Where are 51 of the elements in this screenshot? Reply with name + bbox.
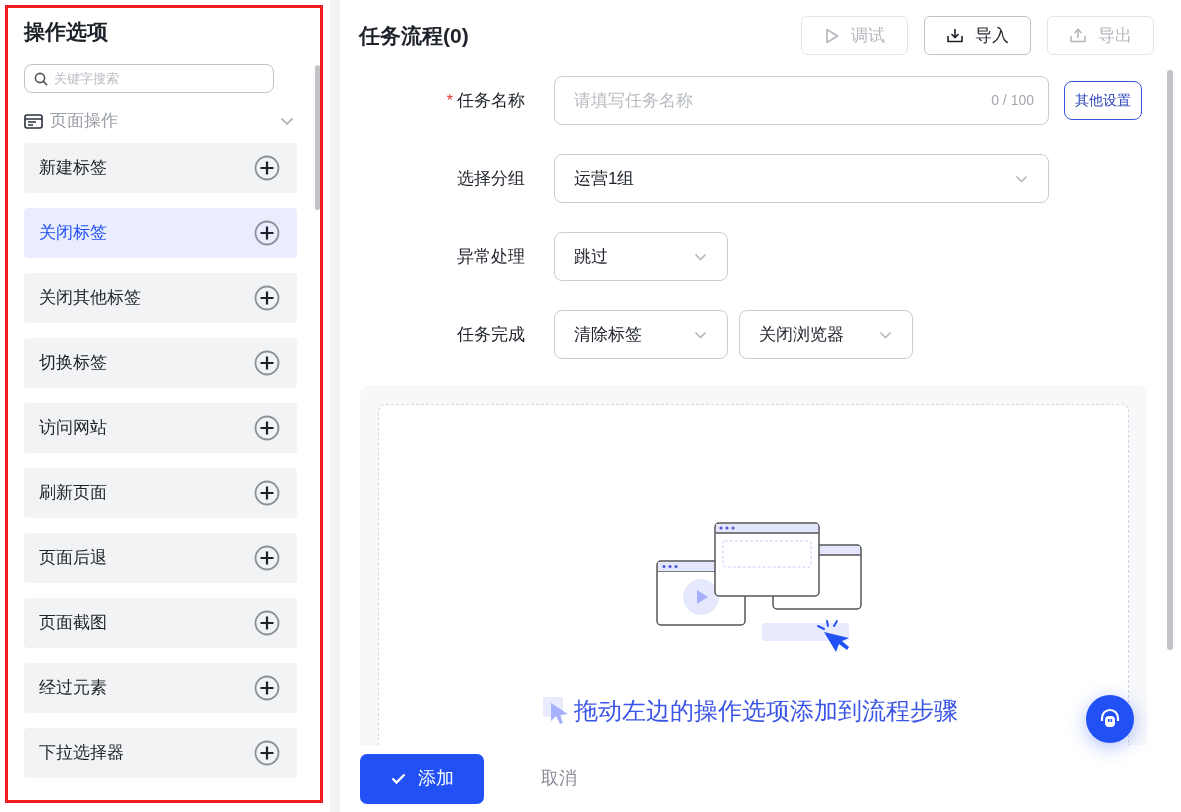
plus-circle-icon[interactable] [254,610,280,636]
operation-item[interactable]: 新建标签 [24,143,297,193]
operation-item[interactable]: 页面后退 [24,533,297,583]
chevron-icon [280,116,294,126]
check-icon [390,773,406,784]
required-mark: * [446,90,453,111]
operation-item[interactable]: 访问网站 [24,403,297,453]
field-label: 异常处理 [457,245,525,268]
chevron-icon [1015,174,1028,183]
scrollbar-thumb[interactable] [315,65,320,210]
browser-window-icon [24,113,43,129]
plus-circle-icon[interactable] [254,350,280,376]
character-counter: 0 / 100 [991,91,1034,109]
search-icon [34,72,48,86]
operation-item[interactable]: 刷新页面 [24,468,297,518]
operation-item[interactable]: 切换标签 [24,338,297,388]
plus-circle-icon[interactable] [254,740,280,766]
hint-text: 拖动左边的操作选项添加到流程步骤 [574,696,958,726]
plus-circle-icon[interactable] [254,480,280,506]
field-label: 选择分组 [457,167,525,190]
cursor-icon [543,697,570,726]
download-icon [946,28,963,43]
upload-icon [1069,28,1086,43]
panel-title: 操作选项 [24,19,109,45]
scrollbar-thumb[interactable] [1167,70,1173,650]
plus-circle-icon[interactable] [254,675,280,701]
chevron-icon [694,330,707,339]
chevron-icon [694,252,707,261]
select-field[interactable]: 关闭浏览器 [739,310,913,359]
play-icon [824,27,839,44]
plus-circle-icon[interactable] [254,545,280,571]
operation-item[interactable]: 经过元素 [24,663,297,713]
page-title: 任务流程(0) [359,22,469,49]
other-settings-button[interactable]: 其他设置 [1064,81,1142,120]
plus-circle-icon[interactable] [254,220,280,246]
operation-item[interactable]: 下拉选择器 [24,728,297,778]
toolbar-button[interactable]: 导入 [924,16,1031,55]
plus-circle-icon[interactable] [254,415,280,441]
select-field[interactable]: 运营1组 [554,154,1049,203]
search-field[interactable]: 关键字搜索 [24,64,274,93]
operation-item[interactable]: 关闭其他标签 [24,273,297,323]
field-label: 任务完成 [457,323,525,346]
operation-item[interactable]: 页面截图 [24,598,297,648]
field-label: 任务名称 [457,89,525,112]
plus-circle-icon[interactable] [254,285,280,311]
plus-circle-icon[interactable] [254,155,280,181]
select-field[interactable]: 清除标签 [554,310,728,359]
select-field[interactable]: 跳过 [554,232,728,281]
add-button[interactable]: 添加 [360,753,484,804]
operation-item[interactable]: 关闭标签 [24,208,297,258]
chevron-icon [879,330,892,339]
